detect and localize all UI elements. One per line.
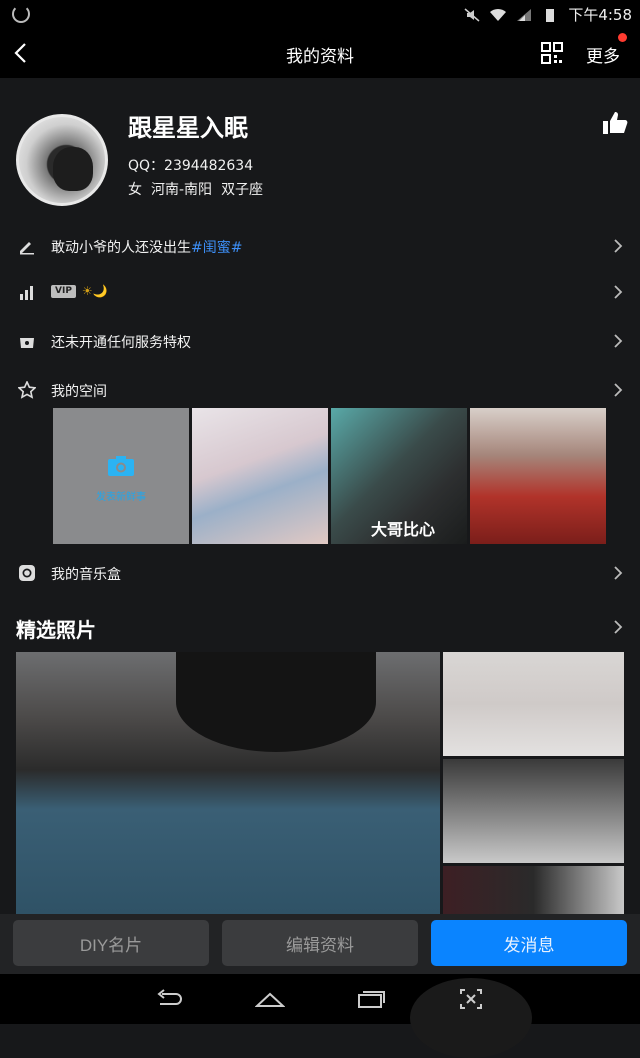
photo-caption: 大哥比心 bbox=[371, 520, 436, 539]
music-box-label: 我的音乐盒 bbox=[51, 567, 121, 583]
recent-apps-icon[interactable] bbox=[356, 986, 386, 1012]
chevron-right-icon bbox=[614, 334, 623, 348]
home-icon[interactable] bbox=[255, 986, 285, 1012]
space-thumbnails: 发表新鲜事 大哥比心 bbox=[53, 408, 606, 544]
shop-bag-icon bbox=[20, 338, 34, 348]
mute-icon bbox=[464, 7, 480, 22]
level-row[interactable]: VIP ☀🌙 bbox=[0, 269, 640, 317]
gender: 女 bbox=[128, 182, 142, 198]
profile-meta: 女 河南-南阳 双子座 bbox=[128, 179, 263, 199]
back-icon[interactable] bbox=[154, 986, 184, 1012]
edit-profile-button[interactable]: 编辑资料 bbox=[222, 920, 418, 966]
services-row[interactable]: 还未开通任何服务特权 bbox=[0, 318, 640, 366]
loading-icon bbox=[12, 5, 30, 23]
featured-photo[interactable] bbox=[443, 759, 624, 863]
star-icon bbox=[18, 381, 36, 399]
level-chart-icon bbox=[20, 286, 33, 300]
avatar[interactable] bbox=[16, 114, 108, 206]
bottom-action-bar: DIY名片 编辑资料 发消息 bbox=[0, 914, 640, 974]
space-photo[interactable]: 大哥比心 bbox=[331, 408, 467, 544]
nickname: 跟星星入眠 bbox=[128, 114, 248, 142]
profile-header: 跟星星入眠 QQ：2394482634 女 河南-南阳 双子座 bbox=[0, 78, 640, 218]
featured-photo[interactable] bbox=[443, 652, 624, 756]
location: 河南-南阳 bbox=[151, 182, 213, 198]
post-new-label: 发表新鲜事 bbox=[96, 492, 146, 503]
featured-photo[interactable] bbox=[16, 652, 440, 914]
chevron-right-icon bbox=[614, 566, 623, 580]
featured-photo[interactable] bbox=[443, 866, 624, 914]
chevron-right-icon bbox=[614, 383, 623, 397]
status-bar: 下午4:58 bbox=[0, 0, 640, 28]
level-badges: VIP ☀🌙 bbox=[51, 283, 108, 299]
signature-row[interactable]: 敢动小爷的人还没出生#闺蜜# bbox=[0, 223, 640, 271]
pencil-icon bbox=[20, 242, 34, 255]
signal-icon bbox=[517, 8, 532, 21]
wifi-icon bbox=[490, 8, 507, 21]
space-photo[interactable] bbox=[192, 408, 328, 544]
music-box-row[interactable]: 我的音乐盒 bbox=[0, 550, 640, 598]
system-nav-bar bbox=[0, 974, 640, 1058]
space-label: 我的空间 bbox=[51, 384, 107, 400]
status-icons: 下午4:58 bbox=[464, 4, 632, 25]
vip-badge: VIP bbox=[51, 284, 76, 298]
chevron-right-icon[interactable] bbox=[612, 619, 624, 635]
chevron-right-icon bbox=[614, 239, 623, 253]
chevron-right-icon bbox=[614, 285, 623, 299]
camera-icon bbox=[108, 456, 134, 476]
nav-bar: 我的资料 更多 bbox=[0, 28, 640, 78]
music-box-icon bbox=[19, 565, 35, 581]
notification-dot bbox=[618, 33, 627, 42]
signature-tag[interactable]: #闺蜜# bbox=[191, 240, 242, 256]
thumbs-up-icon[interactable] bbox=[602, 111, 628, 135]
post-new-tile[interactable]: 发表新鲜事 bbox=[53, 408, 189, 544]
qr-code-icon[interactable] bbox=[541, 42, 563, 64]
space-photo[interactable] bbox=[470, 408, 606, 544]
clock: 下午4:58 bbox=[568, 6, 632, 24]
screenshot-icon[interactable] bbox=[456, 986, 486, 1012]
zodiac: 双子座 bbox=[221, 182, 264, 198]
level-emoji: ☀🌙 bbox=[81, 284, 108, 298]
services-label: 还未开通任何服务特权 bbox=[51, 335, 191, 351]
send-message-button[interactable]: 发消息 bbox=[431, 920, 627, 966]
more-button[interactable]: 更多 bbox=[586, 42, 620, 67]
gallery-title: 精选照片 bbox=[16, 618, 96, 642]
battery-icon bbox=[546, 8, 555, 22]
diy-card-button[interactable]: DIY名片 bbox=[13, 920, 209, 966]
signature-text: 敢动小爷的人还没出生#闺蜜# bbox=[51, 240, 243, 256]
qq-number: QQ：2394482634 bbox=[128, 158, 254, 174]
